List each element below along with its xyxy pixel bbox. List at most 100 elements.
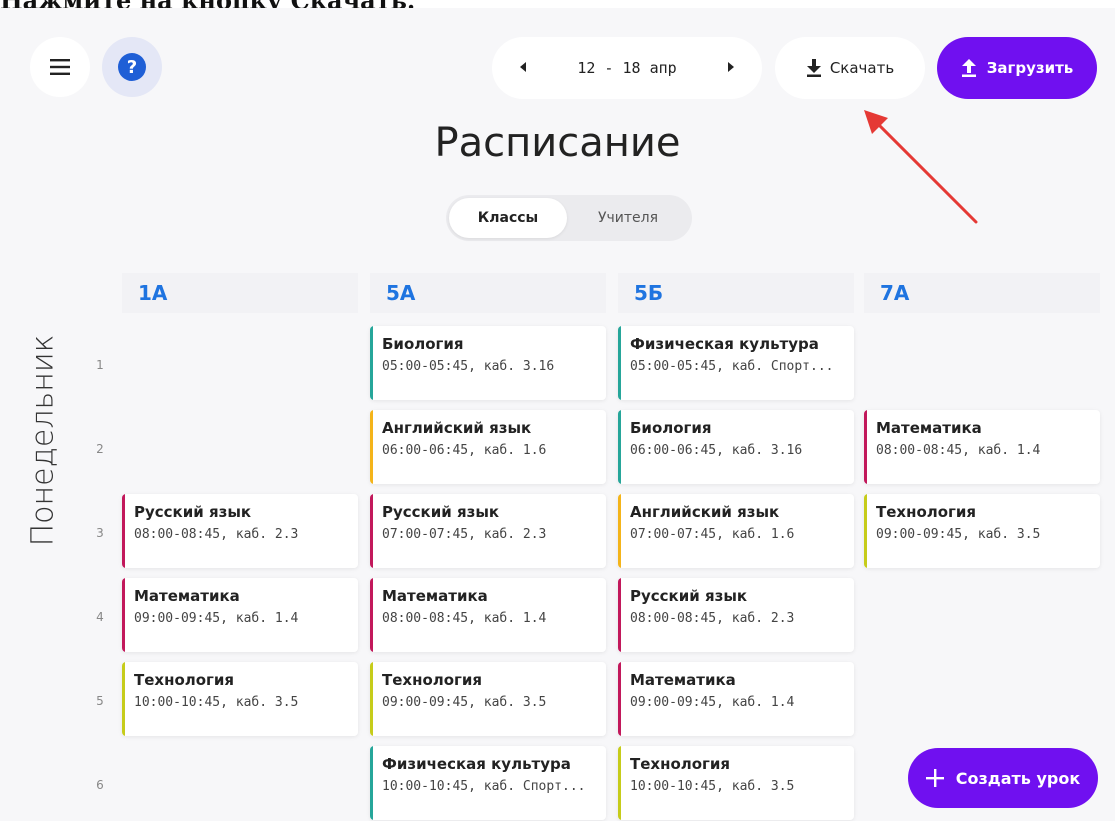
lesson-card[interactable]: Физическая культура 05:00-05:45, каб. Спо… (618, 326, 854, 400)
lesson-color-bar (618, 410, 621, 484)
lesson-subject: Математика (134, 587, 240, 605)
lesson-time-room: 09:00-09:45, каб. 1.4 (630, 695, 795, 710)
plus-icon (925, 769, 944, 787)
lesson-color-bar (370, 578, 373, 652)
download-button[interactable]: Скачать (775, 37, 925, 99)
lesson-color-bar (122, 578, 125, 652)
day-label: Понедельник (8, 330, 78, 550)
period-number: 4 (96, 610, 104, 624)
lesson-card[interactable]: Технология 09:00-09:45, каб. 3.5 (370, 662, 606, 736)
lesson-time-room: 08:00-08:45, каб. 1.4 (876, 443, 1041, 458)
day-name: Понедельник (25, 334, 61, 546)
lesson-card[interactable]: Технология 10:00-10:45, каб. 3.5 (618, 746, 854, 820)
create-lesson-button[interactable]: Создать урок (908, 748, 1098, 808)
lesson-color-bar (618, 746, 621, 820)
lesson-subject: Физическая культура (382, 755, 571, 773)
lesson-subject: Биология (382, 335, 464, 353)
prev-week-button[interactable] (518, 61, 530, 75)
lesson-card[interactable]: Английский язык 06:00-06:45, каб. 1.6 (370, 410, 606, 484)
lesson-card[interactable]: Русский язык 07:00-07:45, каб. 2.3 (370, 494, 606, 568)
menu-button[interactable] (30, 37, 90, 97)
lesson-subject: Английский язык (382, 419, 532, 437)
period-number: 6 (96, 778, 104, 792)
lesson-card[interactable]: Математика 08:00-08:45, каб. 1.4 (864, 410, 1100, 484)
lesson-time-room: 06:00-06:45, каб. 1.6 (382, 443, 547, 458)
lesson-subject: Математика (630, 671, 736, 689)
lesson-time-room: 08:00-08:45, каб. 1.4 (382, 611, 547, 626)
tab-classes[interactable]: Классы (449, 198, 567, 238)
lesson-time-room: 06:00-06:45, каб. 3.16 (630, 443, 803, 458)
period-number: 1 (96, 358, 104, 372)
lesson-card[interactable]: Технология 09:00-09:45, каб. 3.5 (864, 494, 1100, 568)
lesson-time-room: 10:00-10:45, каб. Спорт... (382, 779, 586, 794)
period-number: 3 (96, 526, 104, 540)
download-label: Скачать (829, 59, 895, 77)
tab-teachers[interactable]: Учителя (567, 198, 689, 238)
lesson-subject: Математика (876, 419, 982, 437)
period-number: 5 (96, 694, 104, 708)
lesson-subject: Технология (876, 503, 977, 521)
view-toggle: Классы Учителя (446, 195, 692, 241)
lesson-time-room: 07:00-07:45, каб. 1.6 (630, 527, 795, 542)
lesson-card[interactable]: Математика 08:00-08:45, каб. 1.4 (370, 578, 606, 652)
lesson-color-bar (618, 578, 621, 652)
lesson-card[interactable]: Математика 09:00-09:45, каб. 1.4 (618, 662, 854, 736)
lesson-time-room: 05:00-05:45, каб. Спорт... (630, 359, 834, 374)
lesson-color-bar (370, 746, 373, 820)
class-heading: 7А (864, 273, 1100, 313)
lesson-subject: Биология (630, 419, 712, 437)
lesson-subject: Английский язык (630, 503, 780, 521)
chevron-right-icon (728, 61, 734, 72)
lesson-subject: Технология (382, 671, 483, 689)
next-week-button[interactable] (724, 61, 736, 75)
lesson-subject: Технология (630, 755, 731, 773)
class-heading: 5Б (618, 273, 854, 313)
lesson-time-room: 07:00-07:45, каб. 2.3 (382, 527, 547, 542)
lesson-card[interactable]: Биология 06:00-06:45, каб. 3.16 (618, 410, 854, 484)
lesson-color-bar (370, 326, 373, 400)
chevron-left-icon (520, 61, 526, 72)
lesson-time-room: 09:00-09:45, каб. 3.5 (382, 695, 547, 710)
lesson-subject: Физическая культура (630, 335, 819, 353)
lesson-subject: Технология (134, 671, 235, 689)
lesson-color-bar (370, 410, 373, 484)
help-button[interactable]: ? (102, 37, 162, 97)
lesson-card[interactable]: Русский язык 08:00-08:45, каб. 2.3 (122, 494, 358, 568)
help-icon: ? (118, 53, 146, 81)
lesson-color-bar (864, 410, 867, 484)
lesson-card[interactable]: Английский язык 07:00-07:45, каб. 1.6 (618, 494, 854, 568)
lesson-time-room: 10:00-10:45, каб. 3.5 (134, 695, 299, 710)
lesson-color-bar (618, 662, 621, 736)
lesson-card[interactable]: Биология 05:00-05:45, каб. 3.16 (370, 326, 606, 400)
upload-button[interactable]: Загрузить (937, 37, 1097, 99)
lesson-card[interactable]: Математика 09:00-09:45, каб. 1.4 (122, 578, 358, 652)
lesson-color-bar (370, 494, 373, 568)
week-navigator: 12 - 18 апр (492, 37, 762, 99)
lesson-color-bar (122, 662, 125, 736)
menu-icon (50, 59, 70, 75)
upload-label: Загрузить (986, 59, 1074, 77)
lesson-color-bar (370, 662, 373, 736)
lesson-card[interactable]: Русский язык 08:00-08:45, каб. 2.3 (618, 578, 854, 652)
lesson-color-bar (618, 326, 621, 400)
lesson-subject: Математика (382, 587, 488, 605)
create-lesson-label: Создать урок (955, 768, 1081, 788)
lesson-color-bar (864, 494, 867, 568)
lesson-subject: Русский язык (134, 503, 252, 521)
download-icon (806, 59, 821, 77)
period-number: 2 (96, 442, 104, 456)
lesson-time-room: 09:00-09:45, каб. 3.5 (876, 527, 1041, 542)
lesson-subject: Русский язык (630, 587, 748, 605)
week-range[interactable]: 12 - 18 апр (577, 59, 676, 77)
lesson-time-room: 08:00-08:45, каб. 2.3 (134, 527, 299, 542)
lesson-color-bar (122, 494, 125, 568)
class-heading: 5А (370, 273, 606, 313)
upload-icon (961, 59, 976, 77)
class-heading: 1А (122, 273, 358, 313)
lesson-color-bar (618, 494, 621, 568)
lesson-card[interactable]: Физическая культура 10:00-10:45, каб. Спо… (370, 746, 606, 820)
lesson-time-room: 05:00-05:45, каб. 3.16 (382, 359, 555, 374)
page-title: Расписание (434, 120, 681, 166)
lesson-card[interactable]: Технология 10:00-10:45, каб. 3.5 (122, 662, 358, 736)
lesson-subject: Русский язык (382, 503, 500, 521)
